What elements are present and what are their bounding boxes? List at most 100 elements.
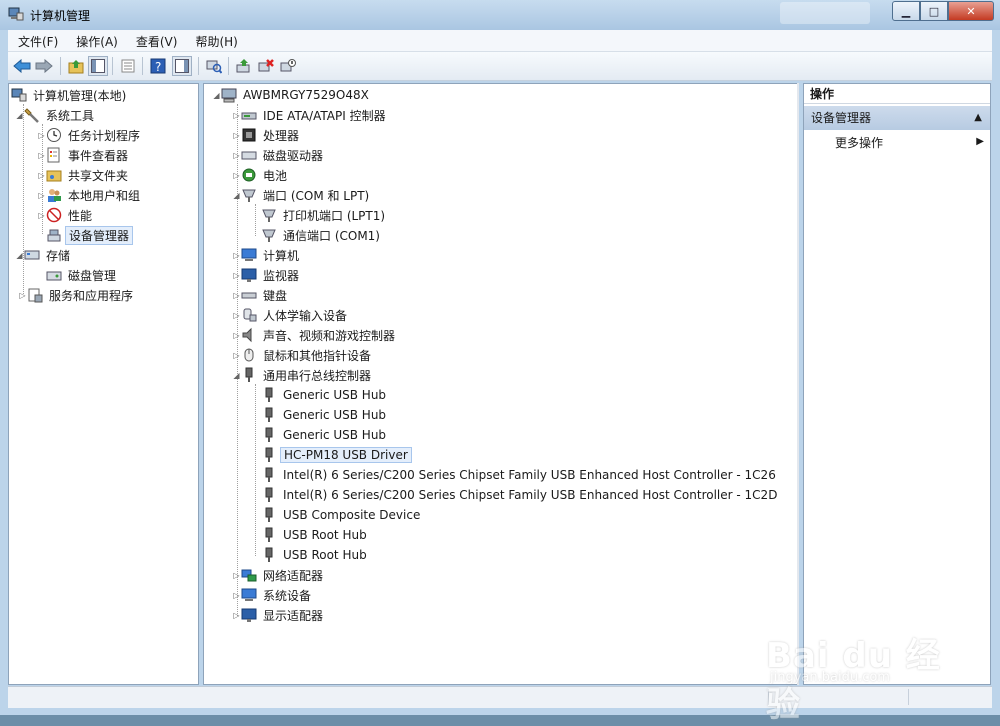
properties-icon[interactable] [118, 56, 138, 76]
collapsed-triangle-icon[interactable]: ▷ [37, 151, 46, 160]
device-category-sound[interactable]: ▷ 声音、视频和游戏控制器 [232, 325, 398, 345]
ide-controller-icon [241, 107, 257, 123]
menu-view[interactable]: 查看(V) [126, 30, 186, 51]
tree-item-performance[interactable]: ▷ 性能 [37, 205, 95, 225]
collapsed-triangle-icon[interactable]: ▷ [232, 351, 241, 360]
disable-device-icon[interactable] [278, 56, 298, 76]
device-category-display-adapters[interactable]: ▷ 显示适配器 [232, 605, 326, 625]
device-label: USB Root Hub [283, 528, 367, 542]
collapsed-triangle-icon[interactable]: ▷ [232, 171, 241, 180]
device-category-computer[interactable]: ▷ 计算机 [232, 245, 302, 265]
device-category-mouse[interactable]: ▷ 鼠标和其他指针设备 [232, 345, 374, 365]
background-window-ghost [780, 2, 870, 24]
expanded-triangle-icon[interactable]: ◢ [232, 191, 241, 200]
tree-item-shared-folders[interactable]: ▷ 共享文件夹 [37, 165, 131, 185]
expanded-triangle-icon[interactable]: ◢ [15, 251, 24, 260]
usb-device-item[interactable]: Generic USB Hub [261, 425, 389, 445]
collapsed-triangle-icon[interactable]: ▷ [232, 111, 241, 120]
expanded-triangle-icon[interactable]: ◢ [232, 371, 241, 380]
actions-section-device-manager[interactable]: 设备管理器 ▲ [804, 106, 990, 130]
show-action-pane-icon[interactable] [172, 56, 192, 76]
menu-help[interactable]: 帮助(H) [185, 30, 245, 51]
device-category-network[interactable]: ▷ 网络适配器 [232, 565, 326, 585]
help-icon[interactable]: ? [148, 56, 168, 76]
baidu-watermark: Bai du 经验 jingyan.baidu.com [766, 608, 966, 725]
menu-file[interactable]: 文件(F) [8, 30, 66, 51]
usb-device-item[interactable]: Intel(R) 6 Series/C200 Series Chipset Fa… [261, 465, 779, 485]
collapsed-triangle-icon[interactable]: ▷ [232, 311, 241, 320]
menu-action[interactable]: 操作(A) [66, 30, 126, 51]
device-comm-port[interactable]: 通信端口 (COM1) [261, 225, 383, 245]
usb-icon [261, 487, 277, 503]
usb-device-item[interactable]: Generic USB Hub [261, 405, 389, 425]
collapse-up-icon[interactable]: ▲ [974, 106, 982, 130]
tree-root-computer-management[interactable]: 计算机管理(本地) [11, 85, 129, 105]
tree-item-event-viewer[interactable]: ▷ 事件查看器 [37, 145, 131, 165]
device-category-ports[interactable]: ◢ 端口 (COM 和 LPT) [232, 185, 372, 205]
forward-arrow-icon[interactable] [34, 56, 54, 76]
pane-splitter[interactable] [797, 83, 799, 685]
device-label: 鼠标和其他指针设备 [263, 348, 372, 363]
tree-item-task-scheduler[interactable]: ▷ 任务计划程序 [37, 125, 143, 145]
collapsed-triangle-icon[interactable]: ▷ [232, 271, 241, 280]
collapsed-triangle-icon[interactable]: ▷ [37, 191, 46, 200]
collapsed-triangle-icon[interactable]: ▷ [232, 131, 241, 140]
tree-item-device-manager[interactable]: 设备管理器 [46, 225, 134, 245]
device-category-monitor[interactable]: ▷ 监视器 [232, 265, 302, 285]
usb-device-item[interactable]: Intel(R) 6 Series/C200 Series Chipset Fa… [261, 485, 780, 505]
usb-device-item[interactable]: USB Root Hub [261, 525, 370, 545]
more-actions-item[interactable]: 更多操作 [835, 134, 883, 152]
usb-device-item[interactable]: USB Root Hub [261, 545, 370, 565]
expanded-triangle-icon[interactable]: ◢ [212, 91, 221, 100]
uninstall-device-icon[interactable] [256, 56, 276, 76]
usb-device-item[interactable]: USB Composite Device [261, 505, 423, 525]
collapsed-triangle-icon[interactable]: ▷ [232, 291, 241, 300]
tree-item-services-apps[interactable]: ▷ 服务和应用程序 [18, 285, 136, 305]
device-category-usb-controllers[interactable]: ◢ 通用串行总线控制器 [232, 365, 374, 385]
collapsed-triangle-icon[interactable]: ▷ [232, 151, 241, 160]
collapsed-triangle-icon[interactable]: ▷ [232, 611, 241, 620]
device-label: HC-PM18 USB Driver [280, 447, 412, 463]
back-arrow-icon[interactable] [12, 56, 32, 76]
usb-device-item-selected[interactable]: HC-PM18 USB Driver [261, 445, 412, 465]
maximize-button[interactable]: □ [920, 1, 948, 21]
collapsed-triangle-icon[interactable]: ▷ [232, 331, 241, 340]
device-category-keyboard[interactable]: ▷ 键盘 [232, 285, 290, 305]
port-icon [241, 187, 257, 203]
collapsed-triangle-icon[interactable]: ▷ [232, 591, 241, 600]
usb-device-item[interactable]: Generic USB Hub [261, 385, 389, 405]
device-category-processor[interactable]: ▷ 处理器 [232, 125, 302, 145]
disk-icon [46, 267, 62, 283]
close-button[interactable]: ✕ [948, 1, 994, 21]
device-category-ide[interactable]: ▷ IDE ATA/ATAPI 控制器 [232, 105, 389, 125]
minimize-button[interactable]: ▁ [892, 1, 920, 21]
device-printer-port[interactable]: 打印机端口 (LPT1) [261, 205, 388, 225]
device-category-disk-drives[interactable]: ▷ 磁盘驱动器 [232, 145, 326, 165]
show-hide-tree-icon[interactable] [88, 56, 108, 76]
tree-item-disk-management[interactable]: 磁盘管理 [46, 265, 119, 285]
scan-hardware-icon[interactable] [204, 56, 224, 76]
collapsed-triangle-icon[interactable]: ▷ [232, 571, 241, 580]
usb-icon [241, 367, 257, 383]
device-category-hid[interactable]: ▷ 人体学输入设备 [232, 305, 350, 325]
usb-icon [261, 407, 277, 423]
display-adapter-icon [241, 607, 257, 623]
tree-label: 事件查看器 [68, 148, 129, 163]
collapsed-triangle-icon[interactable]: ▷ [37, 131, 46, 140]
device-label: USB Root Hub [283, 548, 367, 562]
tree-item-storage[interactable]: ◢ 存储 [15, 245, 73, 265]
update-driver-icon[interactable] [234, 56, 254, 76]
expanded-triangle-icon[interactable]: ◢ [15, 111, 24, 120]
collapsed-triangle-icon[interactable]: ▷ [232, 251, 241, 260]
title-bar[interactable]: 计算机管理 ▁ □ ✕ [0, 0, 1000, 30]
tree-item-system-tools[interactable]: ◢ 系统工具 [15, 105, 97, 125]
collapsed-triangle-icon[interactable]: ▷ [37, 211, 46, 220]
device-category-battery[interactable]: ▷ 电池 [232, 165, 290, 185]
collapsed-triangle-icon[interactable]: ▷ [18, 291, 27, 300]
tree-item-local-users[interactable]: ▷ 本地用户和组 [37, 185, 143, 205]
device-root-computer[interactable]: ◢ AWBMRGY7529O48X [212, 85, 372, 105]
device-category-system-devices[interactable]: ▷ 系统设备 [232, 585, 314, 605]
up-folder-icon[interactable] [66, 56, 86, 76]
port-icon [261, 207, 277, 223]
collapsed-triangle-icon[interactable]: ▷ [37, 171, 46, 180]
